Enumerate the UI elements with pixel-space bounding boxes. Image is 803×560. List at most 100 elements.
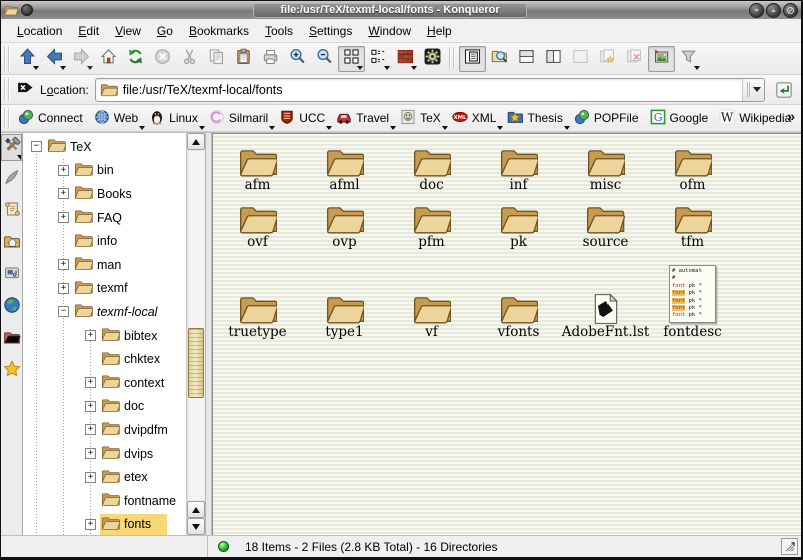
tree-item-doc[interactable]: + doc (23, 395, 186, 419)
tree-item-info[interactable]: info (23, 229, 186, 253)
bookmark-ucc[interactable]: UCC (275, 107, 332, 130)
tree-row-content[interactable]: TeX (46, 136, 95, 157)
tree-item-etex[interactable]: +etex (23, 465, 186, 489)
expand-icon[interactable]: + (85, 519, 96, 530)
tree-item-dvips[interactable]: +dvips (23, 442, 186, 466)
bookmark-silmaril[interactable]: Silmaril (205, 107, 275, 130)
services-button[interactable] (1, 262, 22, 289)
tree-item-bin[interactable]: +bin (23, 159, 186, 183)
scrollbar-thumb[interactable] (188, 328, 204, 398)
split-view-top-bottom-button[interactable] (513, 46, 540, 72)
list-view-button[interactable] (365, 46, 392, 72)
location-input[interactable]: file:/usr/TeX/texmf-local/fonts (123, 83, 742, 97)
bookmark-xml[interactable]: XMLXML (448, 107, 504, 130)
go-button[interactable] (771, 77, 797, 103)
folder-source[interactable]: source (583, 202, 629, 250)
title-bar[interactable]: file:/usr/TeX/texmf-local/fonts - Konque… (1, 1, 801, 19)
maximize-button[interactable] (766, 3, 781, 18)
clear-location-button[interactable] (14, 77, 36, 103)
menu-go[interactable]: Go (149, 21, 181, 41)
root-directory-button[interactable] (1, 326, 22, 353)
tree-row-content[interactable]: FAQ (73, 207, 125, 228)
show-previews-button[interactable] (648, 46, 675, 72)
file-fontdesc[interactable]: # automat#font pk *font pk *font pk *fon… (663, 265, 721, 340)
menu-tools[interactable]: Tools (257, 21, 301, 41)
filter-button[interactable] (675, 46, 702, 72)
folder-ofm[interactable]: ofm (673, 145, 713, 193)
expand-icon[interactable]: + (58, 259, 69, 270)
expand-icon[interactable]: + (58, 283, 69, 294)
expand-icon[interactable]: + (85, 377, 96, 388)
gear-button[interactable] (419, 46, 446, 72)
folder-afml[interactable]: afml (325, 145, 365, 193)
tree-scrollbar[interactable] (187, 133, 206, 535)
history-button[interactable] (1, 198, 22, 225)
expand-icon[interactable]: + (58, 212, 69, 223)
folder-misc[interactable]: misc (586, 145, 626, 193)
icon-view-button[interactable] (338, 46, 365, 72)
folder-tfm[interactable]: tfm (673, 202, 713, 250)
bookmark-linux[interactable]: Linux (145, 107, 205, 130)
tree-item-dvipdfm[interactable]: +dvipdfm (23, 418, 186, 442)
menu-bookmarks[interactable]: Bookmarks (181, 21, 257, 41)
tree-row-content[interactable]: fontname (100, 490, 179, 511)
window-folder-icon[interactable] (4, 4, 18, 16)
folder-ovp[interactable]: ovp (325, 202, 365, 250)
menu-view[interactable]: View (107, 21, 149, 41)
bookmark-overflow-chevron[interactable]: » (787, 108, 795, 124)
collapse-icon[interactable]: − (31, 141, 42, 152)
tree-item-bibtex[interactable]: +bibtex (23, 324, 186, 348)
back-button[interactable] (41, 46, 68, 72)
scroll-up-button-2[interactable] (187, 501, 205, 518)
tree-item-man[interactable]: + man (23, 253, 186, 277)
menu-edit[interactable]: Edit (70, 21, 107, 41)
collapse-icon[interactable]: − (58, 306, 69, 317)
tree-row-content[interactable]: texmf-local (73, 301, 160, 322)
reload-button[interactable] (122, 46, 149, 72)
scroll-down-button[interactable] (187, 518, 205, 535)
tree-row-content[interactable]: texmf (73, 278, 131, 299)
tree-row-content[interactable]: fonts (100, 514, 167, 535)
expand-icon[interactable]: + (85, 401, 96, 412)
cut-button[interactable] (176, 46, 203, 72)
file-adobefnt-lst[interactable]: AdobeFnt.lst (562, 293, 650, 340)
paste-button[interactable] (230, 46, 257, 72)
expand-icon[interactable]: + (58, 188, 69, 199)
location-dropdown-button[interactable] (742, 79, 764, 101)
menu-help[interactable]: Help (419, 21, 460, 41)
bookmark-connect[interactable]: Connect (14, 107, 90, 130)
menu-settings[interactable]: Settings (301, 21, 360, 41)
network-button[interactable] (1, 294, 22, 321)
location-combobox[interactable]: file:/usr/TeX/texmf-local/fonts (95, 78, 765, 102)
show-sidebar-button[interactable] (459, 46, 486, 72)
expand-icon[interactable]: + (58, 165, 69, 176)
folder-truetype[interactable]: truetype (228, 292, 286, 340)
scrollbar-track[interactable] (187, 150, 205, 501)
tree-item-texmf[interactable]: + texmf (23, 277, 186, 301)
tree-row-content[interactable]: doc (100, 396, 147, 417)
expand-icon[interactable]: + (85, 424, 96, 435)
menu-window[interactable]: Window (360, 21, 419, 41)
copy-button[interactable] (203, 46, 230, 72)
bookmark-web[interactable]: Web (90, 107, 145, 130)
print-button[interactable] (257, 46, 284, 72)
tree-row-content[interactable]: Books (73, 183, 135, 204)
location-toolbar-grip[interactable] (4, 78, 11, 101)
close-button[interactable] (783, 3, 798, 18)
zoom-out-button[interactable] (311, 46, 338, 72)
tree-row-content[interactable]: info (73, 231, 120, 252)
folder-type1[interactable]: type1 (325, 292, 365, 340)
home-directory-button[interactable] (1, 230, 22, 257)
expand-icon[interactable]: + (85, 472, 96, 483)
bookmark-wikipedia[interactable]: WWikipedia (715, 107, 798, 130)
folder-inf[interactable]: inf (499, 145, 539, 193)
tree-row-content[interactable]: context (100, 372, 167, 393)
tree-item-fontname[interactable]: fontname (23, 489, 186, 513)
remove-view-button[interactable] (567, 46, 594, 72)
forward-button[interactable] (68, 46, 95, 72)
folder-doc[interactable]: doc (412, 145, 452, 193)
up-button[interactable] (14, 46, 41, 72)
menu-location[interactable]: Location (9, 21, 70, 41)
toolbar-grip[interactable] (4, 46, 11, 71)
tree-row-content[interactable]: man (73, 254, 124, 275)
